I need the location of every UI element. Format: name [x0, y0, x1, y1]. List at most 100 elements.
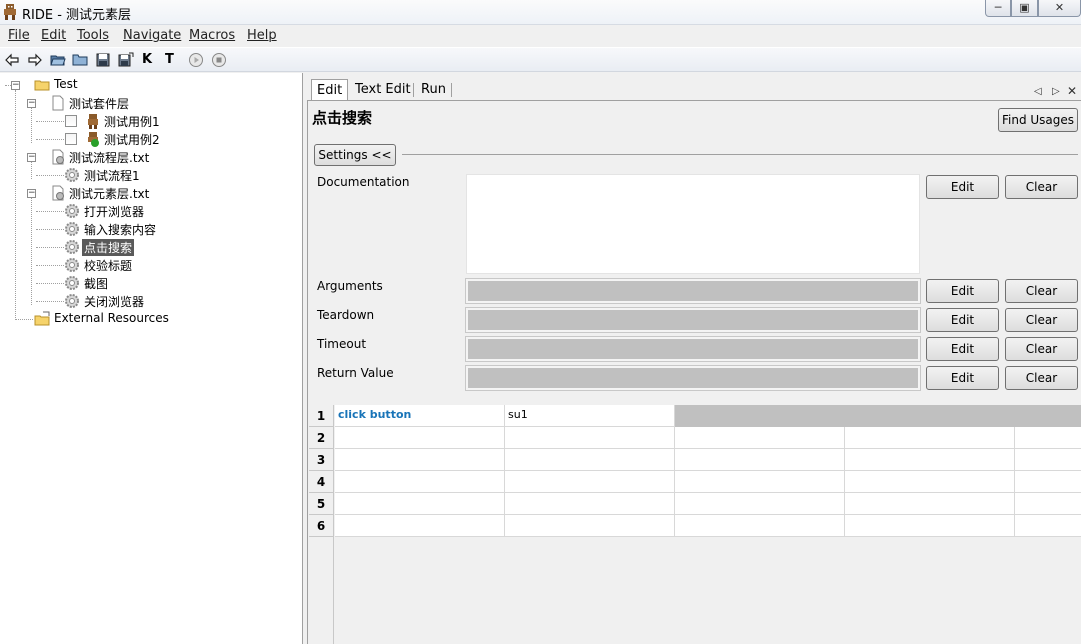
maximize-icon[interactable]: ▣: [1011, 0, 1038, 17]
tree-item-test-case[interactable]: 测试用例2: [104, 131, 160, 148]
test-search-icon[interactable]: T: [165, 52, 181, 68]
keyword-search-icon[interactable]: K: [142, 52, 158, 68]
grid-cell[interactable]: [335, 493, 505, 515]
menu-help[interactable]: Help: [247, 28, 277, 43]
grid-cell[interactable]: [675, 449, 845, 471]
run-icon[interactable]: [188, 52, 204, 68]
collapse-icon[interactable]: −: [27, 99, 36, 108]
save-icon[interactable]: [95, 52, 111, 68]
teardown-edit-button[interactable]: Edit: [926, 308, 999, 332]
tree-item-keyword[interactable]: 截图: [84, 275, 108, 292]
folder-icon[interactable]: [72, 52, 88, 68]
teardown-clear-button[interactable]: Clear: [1005, 308, 1078, 332]
settings-toggle-button[interactable]: Settings <<: [314, 144, 396, 166]
documentation-edit-button[interactable]: Edit: [926, 175, 999, 199]
grid-cell[interactable]: [1015, 449, 1081, 471]
timeout-label: Timeout: [317, 337, 367, 351]
row-number[interactable]: 4: [309, 471, 334, 493]
tab-close-icon[interactable]: ✕: [1067, 84, 1077, 98]
timeout-clear-button[interactable]: Clear: [1005, 337, 1078, 361]
tab-prev-icon[interactable]: ◁: [1034, 86, 1042, 97]
tree-item-keyword-selected[interactable]: 点击搜索: [82, 239, 135, 256]
grid-cell[interactable]: [675, 493, 845, 515]
grid-cell[interactable]: [335, 471, 505, 493]
tree-item-external-resources[interactable]: External Resources: [54, 311, 169, 325]
menu-edit[interactable]: Edit: [41, 28, 66, 43]
documentation-clear-button[interactable]: Clear: [1005, 175, 1078, 199]
grid-cell[interactable]: [505, 427, 675, 449]
tree-item-test-case[interactable]: 测试用例1: [104, 113, 160, 130]
grid-cell[interactable]: [845, 427, 1015, 449]
grid-cell[interactable]: [845, 449, 1015, 471]
grid-cell[interactable]: [845, 515, 1015, 537]
stop-icon[interactable]: [211, 52, 227, 68]
arguments-edit-button[interactable]: Edit: [926, 279, 999, 303]
gear-icon: [65, 168, 79, 182]
grid-cell[interactable]: [335, 449, 505, 471]
arguments-label: Arguments: [317, 279, 383, 293]
tree-item-resource-file[interactable]: 测试元素层.txt: [69, 185, 149, 202]
row-number[interactable]: 3: [309, 449, 334, 471]
row-number[interactable]: 1: [309, 405, 334, 427]
return-value-clear-button[interactable]: Clear: [1005, 366, 1078, 390]
grid-cell[interactable]: [845, 493, 1015, 515]
grid-cell[interactable]: [1015, 471, 1081, 493]
tree-item-keyword[interactable]: 打开浏览器: [84, 203, 144, 220]
tree-item-keyword[interactable]: 关闭浏览器: [84, 293, 144, 310]
forward-arrow-icon[interactable]: [27, 52, 43, 68]
grid-cell[interactable]: [675, 471, 845, 493]
grid-cell[interactable]: [505, 493, 675, 515]
arguments-clear-button[interactable]: Clear: [1005, 279, 1078, 303]
collapse-icon[interactable]: −: [27, 153, 36, 162]
tree-item-suite[interactable]: 测试套件层: [69, 95, 129, 112]
tab-text-edit[interactable]: Text Edit: [350, 79, 416, 101]
save-all-icon[interactable]: [118, 52, 134, 68]
tree-connector: [36, 139, 64, 140]
grid-cell[interactable]: [505, 515, 675, 537]
grid-cell[interactable]: [505, 449, 675, 471]
grid-cell[interactable]: su1: [505, 405, 675, 427]
return-value-edit-button[interactable]: Edit: [926, 366, 999, 390]
grid-cell[interactable]: [335, 515, 505, 537]
close-icon[interactable]: ✕: [1038, 0, 1081, 17]
back-arrow-icon[interactable]: [4, 52, 20, 68]
row-number[interactable]: 2: [309, 427, 334, 449]
collapse-icon[interactable]: −: [11, 81, 20, 90]
test-checkbox[interactable]: [65, 133, 77, 145]
grid-cell[interactable]: [1015, 427, 1081, 449]
grid-cell[interactable]: [505, 471, 675, 493]
arguments-field[interactable]: [465, 278, 921, 304]
tree-item-resource-file[interactable]: 测试流程层.txt: [69, 149, 149, 166]
tree-item-keyword[interactable]: 测试流程1: [84, 167, 140, 184]
test-checkbox[interactable]: [65, 115, 77, 127]
grid-cell[interactable]: [675, 515, 845, 537]
grid-cell[interactable]: click button: [335, 405, 505, 427]
grid-cell[interactable]: [1015, 515, 1081, 537]
timeout-edit-button[interactable]: Edit: [926, 337, 999, 361]
tree-item-keyword[interactable]: 校验标题: [84, 257, 132, 274]
row-number[interactable]: 5: [309, 493, 334, 515]
tab-next-icon[interactable]: ▷: [1052, 86, 1060, 97]
menu-macros[interactable]: Macros: [189, 28, 235, 43]
menu-file[interactable]: File: [8, 28, 30, 43]
tree-item-test[interactable]: Test: [54, 77, 78, 91]
tab-edit[interactable]: Edit: [311, 79, 348, 101]
teardown-field[interactable]: [465, 307, 921, 333]
tree-connector: [36, 121, 64, 122]
grid-cell[interactable]: [675, 427, 845, 449]
row-number[interactable]: 6: [309, 515, 334, 537]
minimize-icon[interactable]: ─: [985, 0, 1011, 17]
grid-cell[interactable]: [335, 427, 505, 449]
tree-item-keyword[interactable]: 输入搜索内容: [84, 221, 156, 238]
menu-navigate[interactable]: Navigate: [123, 28, 181, 43]
open-folder-icon[interactable]: [50, 52, 66, 68]
grid-cell[interactable]: [845, 471, 1015, 493]
find-usages-button[interactable]: Find Usages: [998, 108, 1078, 132]
return-value-field[interactable]: [465, 365, 921, 391]
menu-tools[interactable]: Tools: [77, 28, 109, 43]
grid-cell[interactable]: [1015, 493, 1081, 515]
timeout-field[interactable]: [465, 336, 921, 362]
tab-run[interactable]: Run: [416, 79, 451, 101]
collapse-icon[interactable]: −: [27, 189, 36, 198]
documentation-field[interactable]: [466, 174, 920, 274]
